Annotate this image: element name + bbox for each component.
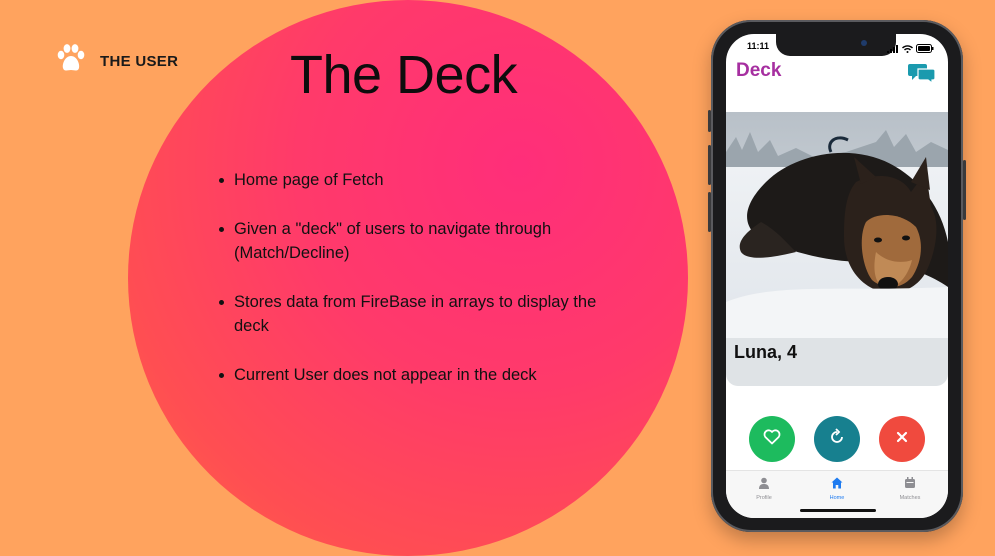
dog-in-snow-photo[interactable]: [726, 112, 948, 362]
tab-label: Profile: [756, 495, 772, 501]
bullet-list: Home page of Fetch Given a "deck" of use…: [218, 168, 608, 412]
power-button: [963, 160, 966, 220]
tab-label: Home: [829, 495, 845, 501]
notch: [776, 34, 896, 56]
refresh-button[interactable]: [814, 416, 860, 462]
brand-name: THE USER: [100, 53, 179, 70]
matches-icon: [904, 476, 916, 493]
home-icon: [831, 476, 843, 493]
heart-icon: [763, 428, 781, 450]
tab-home[interactable]: Home: [807, 476, 867, 501]
decline-button[interactable]: [879, 416, 925, 462]
mute-switch: [708, 110, 711, 132]
chat-icon[interactable]: [908, 62, 936, 89]
bullet-item: Current User does not appear in the deck: [218, 363, 608, 387]
slide-title: The Deck: [290, 45, 518, 105]
bullet-item: Home page of Fetch: [218, 168, 608, 192]
signal-icon: [887, 40, 899, 58]
status-time: 11:11: [747, 41, 770, 51]
battery-icon: [916, 40, 934, 58]
bullet-item: Given a "deck" of users to navigate thro…: [218, 217, 608, 265]
tab-profile[interactable]: Profile: [734, 476, 794, 501]
profile-name: Luna, 4: [734, 342, 798, 362]
phone-mockup: 11:11 Deck Luna, 4 Profile Home Matches: [708, 20, 966, 532]
phone-screen: 11:11 Deck Luna, 4 Profile Home Matches: [726, 34, 948, 518]
paw-icon: [54, 42, 88, 81]
tab-matches[interactable]: Matches: [880, 476, 940, 501]
match-button[interactable]: [749, 416, 795, 462]
status-icons: [887, 40, 934, 58]
volume-up-button: [708, 145, 711, 185]
wifi-icon: [902, 40, 913, 58]
camera-dot: [861, 40, 867, 46]
person-icon: [758, 476, 770, 493]
close-icon: [895, 430, 909, 449]
bullet-item: Stores data from FireBase in arrays to d…: [218, 290, 608, 338]
tab-label: Matches: [899, 495, 921, 501]
refresh-icon: [828, 427, 846, 451]
brand: THE USER: [54, 42, 178, 81]
volume-down-button: [708, 192, 711, 232]
deck-title: Deck: [736, 60, 782, 81]
home-indicator: [800, 509, 876, 512]
